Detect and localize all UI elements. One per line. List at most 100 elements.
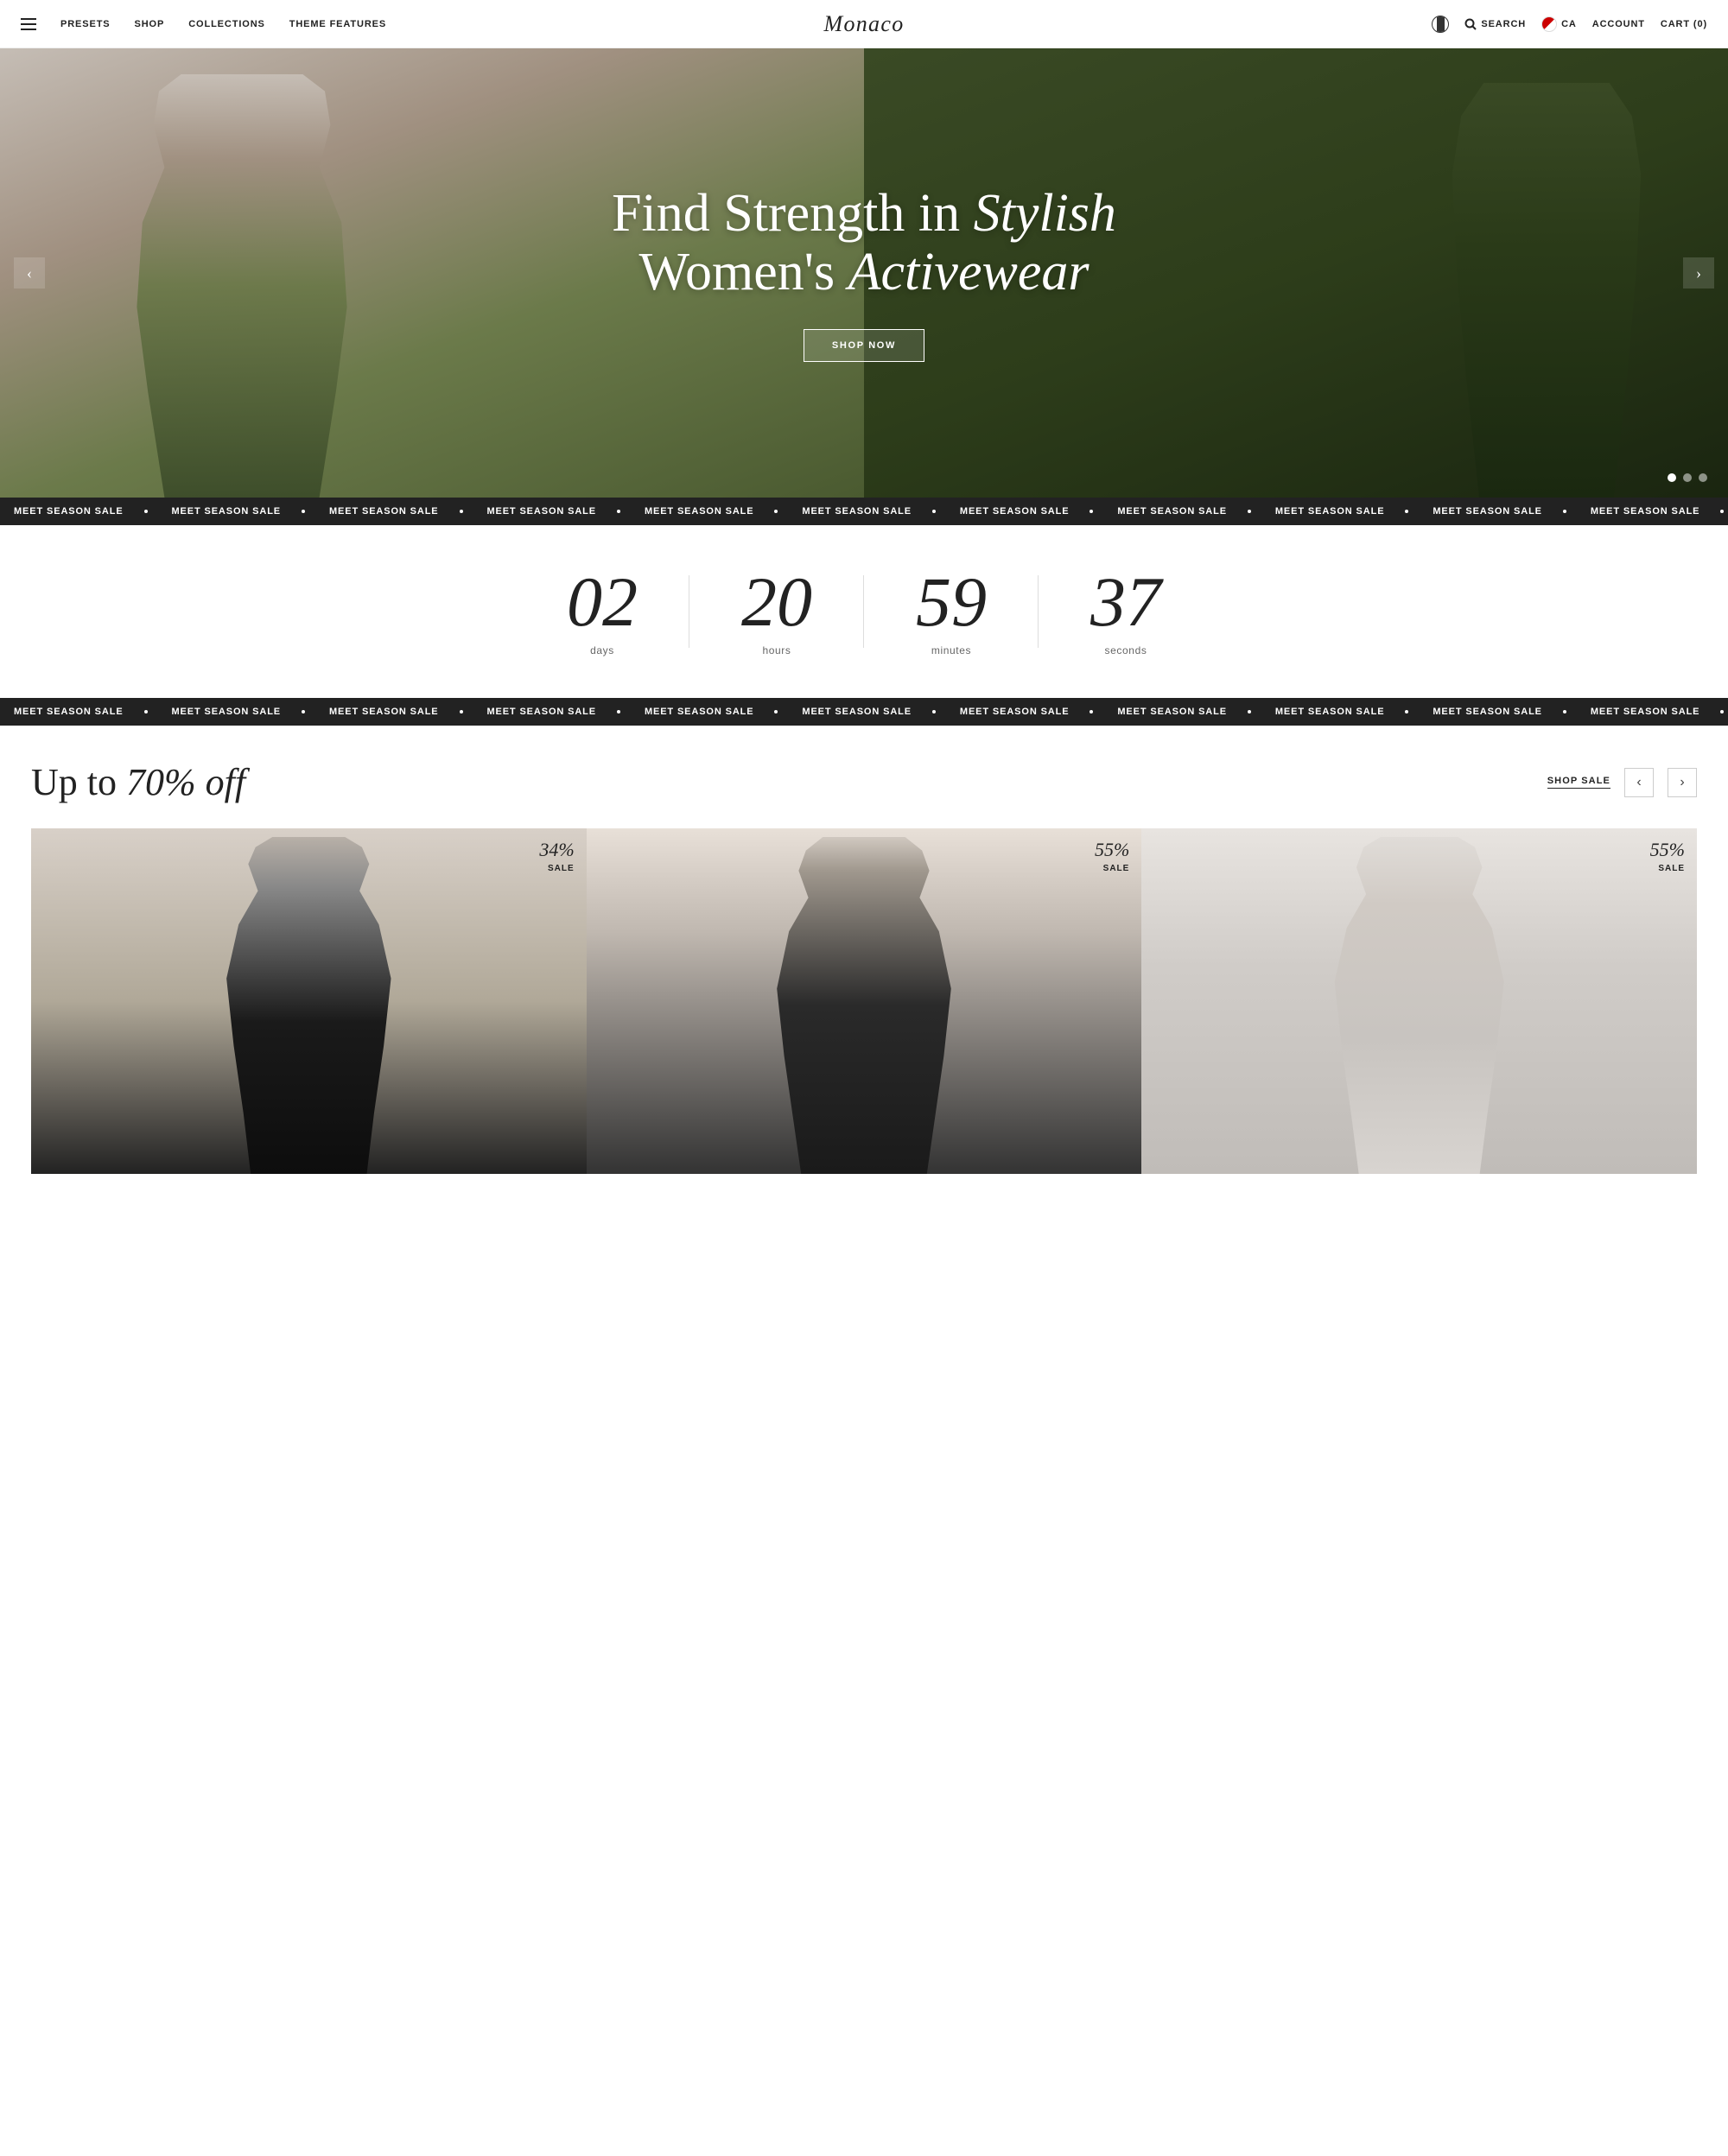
navbar: PRESETS SHOP COLLECTIONS THEME FEATURES …	[0, 0, 1728, 48]
cart-button[interactable]: CART (0)	[1661, 19, 1707, 29]
ticker-bottom: MEET SEASON SALE MEET SEASON SALE MEET S…	[0, 698, 1728, 726]
countdown-minutes-label: minutes	[916, 644, 987, 656]
badge-percent-2: 55%	[1095, 840, 1129, 859]
ticker-item: MEET SEASON SALE	[645, 506, 754, 517]
product-image-3	[1141, 828, 1697, 1174]
ticker-item: MEET SEASON SALE	[1117, 506, 1227, 517]
ticker-item: MEET SEASON SALE	[1591, 707, 1700, 717]
badge-percent-1: 34%	[539, 840, 574, 859]
ticker-dot	[774, 710, 778, 713]
nav-item-collections[interactable]: COLLECTIONS	[188, 19, 265, 29]
ticker-inner-top: MEET SEASON SALE MEET SEASON SALE MEET S…	[0, 506, 1728, 517]
hero-next-button[interactable]: ›	[1683, 257, 1714, 289]
ticker-item: MEET SEASON SALE	[14, 707, 124, 717]
ticker-item: MEET SEASON SALE	[1117, 707, 1227, 717]
countdown-minutes: 59 minutes	[864, 567, 1039, 656]
nav-right: SEARCH CA ACCOUNT CART (0)	[1432, 16, 1707, 33]
ticker-item: MEET SEASON SALE	[802, 506, 912, 517]
search-icon	[1464, 18, 1477, 30]
ticker-item: MEET SEASON SALE	[486, 707, 596, 717]
products-next-button[interactable]: ›	[1668, 768, 1697, 797]
countdown-minutes-value: 59	[916, 567, 987, 637]
ticker-item: MEET SEASON SALE	[1591, 506, 1700, 517]
ticker-item: MEET SEASON SALE	[802, 707, 912, 717]
countdown-grid: 02 days 20 hours 59 minutes 37 seconds	[515, 567, 1213, 656]
sale-title-prefix: Up to	[31, 761, 126, 803]
sale-header-right: SHOP SALE ‹ ›	[1547, 768, 1697, 797]
product-image-2	[587, 828, 1142, 1174]
countdown-seconds: 37 seconds	[1039, 567, 1213, 656]
product-card-3[interactable]: 55% SALE	[1141, 828, 1697, 1174]
hero-title: Find Strength in Stylish Women's Activew…	[612, 184, 1116, 301]
badge-sale-2: SALE	[1103, 864, 1130, 873]
ticker-item: MEET SEASON SALE	[1275, 707, 1385, 717]
product-grid: 34% SALE 55% SALE 55% SALE	[31, 828, 1697, 1174]
model-silhouette-3	[1299, 837, 1541, 1174]
hero-cta-button[interactable]: SHOP NOW	[804, 329, 924, 362]
sale-title-italic: 70% off	[126, 761, 245, 803]
sale-title: Up to 70% off	[31, 760, 245, 804]
countdown-seconds-value: 37	[1090, 567, 1161, 637]
countdown-hours-label: hours	[741, 644, 812, 656]
model-silhouette-1	[187, 837, 429, 1174]
ticker-item: MEET SEASON SALE	[486, 506, 596, 517]
ticker-item: MEET SEASON SALE	[1275, 506, 1385, 517]
products-next-icon: ›	[1680, 775, 1684, 790]
ticker-item: MEET SEASON SALE	[171, 707, 281, 717]
ticker-dot	[1405, 710, 1408, 713]
locale-label: CA	[1561, 19, 1577, 29]
countdown-section: 02 days 20 hours 59 minutes 37 seconds	[0, 525, 1728, 698]
ticker-item: MEET SEASON SALE	[960, 707, 1070, 717]
ticker-dot	[617, 710, 620, 713]
hero-dot-3[interactable]	[1699, 473, 1707, 482]
countdown-days-label: days	[567, 644, 638, 656]
product-card-2[interactable]: 55% SALE	[587, 828, 1142, 1174]
hero-prev-button[interactable]: ‹	[14, 257, 45, 289]
hero-dot-1[interactable]	[1668, 473, 1676, 482]
hero-section: Find Strength in Stylish Women's Activew…	[0, 48, 1728, 498]
ticker-item: MEET SEASON SALE	[1433, 707, 1542, 717]
nav-item-shop[interactable]: SHOP	[135, 19, 165, 29]
hamburger-button[interactable]	[21, 18, 36, 30]
ticker-top: MEET SEASON SALE MEET SEASON SALE MEET S…	[0, 498, 1728, 525]
product-badge-3: 55% SALE	[1650, 840, 1685, 875]
ticker-item: MEET SEASON SALE	[329, 707, 439, 717]
product-badge-2: 55% SALE	[1095, 840, 1129, 875]
ticker-item: MEET SEASON SALE	[645, 707, 754, 717]
ticker-item: MEET SEASON SALE	[1433, 506, 1542, 517]
ticker-dot	[302, 710, 305, 713]
ticker-dot	[1090, 710, 1093, 713]
hero-title-text2: Women's	[638, 243, 848, 301]
search-label: SEARCH	[1481, 19, 1526, 29]
ticker-dot	[1405, 510, 1408, 513]
flag-icon	[1541, 16, 1557, 32]
shop-sale-link[interactable]: SHOP SALE	[1547, 776, 1610, 789]
ticker-item: MEET SEASON SALE	[329, 506, 439, 517]
ticker-dot	[617, 510, 620, 513]
nav-item-theme-features[interactable]: THEME FEATURES	[289, 19, 386, 29]
site-logo[interactable]: Monaco	[824, 11, 905, 36]
locale-selector[interactable]: CA	[1541, 16, 1577, 32]
products-prev-button[interactable]: ‹	[1624, 768, 1654, 797]
hero-dot-2[interactable]	[1683, 473, 1692, 482]
search-button[interactable]: SEARCH	[1464, 18, 1526, 30]
sale-header: Up to 70% off SHOP SALE ‹ ›	[31, 760, 1697, 804]
ticker-dot	[932, 710, 936, 713]
ticker-item: MEET SEASON SALE	[171, 506, 281, 517]
countdown-seconds-label: seconds	[1090, 644, 1161, 656]
dark-mode-toggle[interactable]	[1432, 16, 1449, 33]
ticker-dot	[1563, 510, 1566, 513]
countdown-hours-value: 20	[741, 567, 812, 637]
hero-title-text1: Find Strength in	[612, 184, 974, 243]
account-button[interactable]: ACCOUNT	[1592, 19, 1645, 29]
product-badge-1: 34% SALE	[539, 840, 574, 875]
hero-prev-icon: ‹	[27, 264, 32, 282]
product-card-1[interactable]: 34% SALE	[31, 828, 587, 1174]
ticker-dot	[1090, 510, 1093, 513]
badge-sale-3: SALE	[1658, 864, 1685, 873]
ticker-dot	[1563, 710, 1566, 713]
ticker-dot	[774, 510, 778, 513]
nav-item-presets[interactable]: PRESETS	[60, 19, 111, 29]
hero-next-icon: ›	[1696, 264, 1701, 282]
hero-title-italic1: Stylish	[974, 184, 1116, 243]
